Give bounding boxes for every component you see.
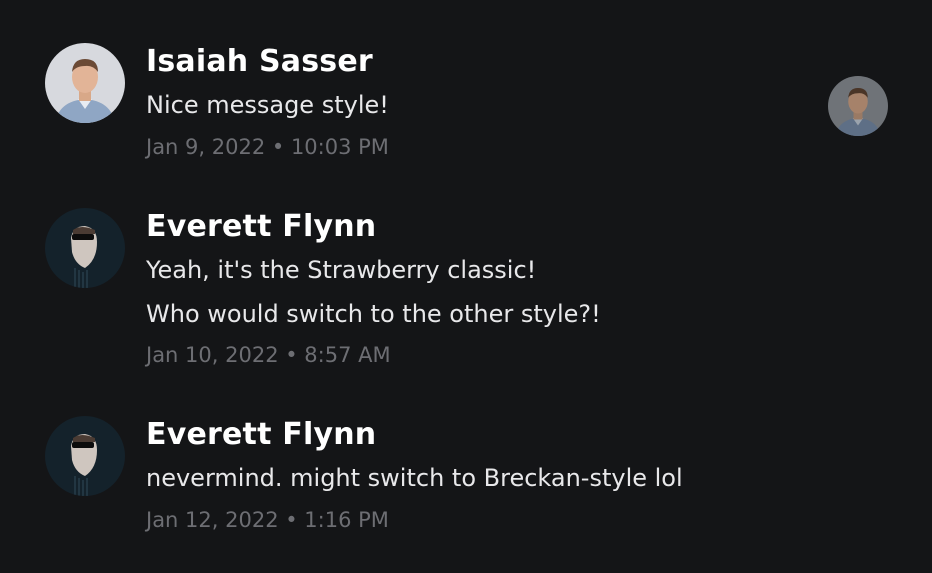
read-receipt-avatar xyxy=(828,76,888,136)
isaiah-avatar-icon xyxy=(45,43,125,123)
avatar[interactable] xyxy=(45,416,125,496)
message-text: Yeah, it's the Strawberry classic! xyxy=(146,256,537,284)
timestamp: Jan 10, 2022 • 8:57 AM xyxy=(146,343,391,367)
everett-avatar-icon xyxy=(45,208,125,288)
avatar[interactable] xyxy=(45,208,125,288)
timestamp: Jan 9, 2022 • 10:03 PM xyxy=(146,135,389,159)
author-name[interactable]: Isaiah Sasser xyxy=(146,44,373,79)
message-text: nevermind. might switch to Breckan-style… xyxy=(146,464,683,492)
message-text: Who would switch to the other style?! xyxy=(146,300,601,328)
author-name[interactable]: Everett Flynn xyxy=(146,417,376,452)
avatar[interactable] xyxy=(45,43,125,123)
isaiah-avatar-icon xyxy=(828,76,888,136)
timestamp: Jan 12, 2022 • 1:16 PM xyxy=(146,508,389,532)
everett-avatar-icon xyxy=(45,416,125,496)
message-text: Nice message style! xyxy=(146,91,389,119)
author-name[interactable]: Everett Flynn xyxy=(146,209,376,244)
